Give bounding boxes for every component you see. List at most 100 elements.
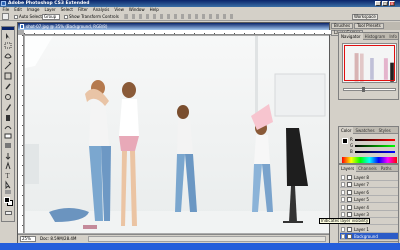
eraser-tool-icon[interactable] — [4, 133, 12, 139]
ruler-left — [18, 35, 24, 233]
document-status-bar: 25% Doc: 8.59M/28.4M — [18, 234, 329, 243]
palette-well-tab-brushes[interactable]: Brushes — [331, 23, 354, 29]
channel-g-label: G — [350, 143, 354, 148]
healing-brush-icon[interactable] — [5, 94, 11, 100]
layer-row[interactable]: Background — [340, 233, 398, 241]
tab-paths[interactable]: Paths — [379, 165, 394, 172]
layer-row[interactable]: Layer 7 — [340, 181, 398, 189]
eye-icon[interactable] — [341, 197, 345, 203]
ruler-top — [24, 30, 331, 35]
document-canvas[interactable] — [25, 36, 329, 233]
window-title: Adobe Photoshop CS3 Extended — [8, 1, 90, 6]
show-transform-checkbox[interactable] — [64, 14, 68, 19]
channel-r-label: R — [350, 137, 353, 142]
align-distribute-icons[interactable] — [124, 14, 234, 19]
tab-layers[interactable]: Layers — [339, 165, 357, 172]
layer-row[interactable]: Layer 8 — [340, 174, 398, 181]
layer-thumbnail — [347, 212, 352, 217]
layer-thumbnail — [347, 204, 352, 210]
tab-info[interactable]: Info — [387, 33, 399, 40]
layer-row[interactable]: Layer 6 — [340, 189, 398, 196]
navigator-view-box[interactable] — [344, 45, 395, 81]
clone-stamp-icon[interactable] — [6, 115, 10, 121]
layer-name: Layer 1 — [354, 226, 369, 232]
layer-name: Layer 7 — [354, 182, 369, 188]
layer-row[interactable]: Layer 5 — [340, 196, 398, 204]
auto-select-label: Auto Select: — [19, 14, 44, 19]
gradient-tool-icon[interactable] — [5, 143, 11, 148]
layer-thumbnail — [347, 234, 352, 240]
channel-g-slider[interactable] — [355, 145, 395, 147]
tab-histogram[interactable]: Histogram — [363, 33, 388, 40]
eye-icon[interactable] — [341, 175, 345, 180]
history-brush-icon[interactable] — [4, 126, 12, 130]
eye-icon[interactable] — [341, 204, 345, 210]
close-button[interactable]: × — [389, 1, 395, 6]
layer-row[interactable]: Layer 4 — [340, 204, 398, 211]
layer-thumbnail — [347, 189, 352, 195]
eye-icon[interactable] — [341, 226, 345, 232]
channel-r-slider[interactable] — [355, 139, 395, 141]
layer-name: Background — [354, 234, 378, 240]
path-select-icon[interactable] — [5, 180, 11, 190]
tab-channels[interactable]: Channels — [356, 165, 379, 172]
auto-select-checkbox[interactable] — [14, 14, 18, 19]
auto-select-dropdown[interactable]: Group — [42, 13, 60, 20]
navigator-zoom-slider[interactable] — [343, 87, 396, 92]
dodge-tool-icon[interactable] — [5, 153, 11, 160]
lasso-tool-icon[interactable] — [4, 53, 12, 59]
title-bar: Adobe Photoshop CS3 Extended _ □ × — [0, 0, 400, 7]
layer-name: Layer 4 — [354, 204, 369, 210]
layers-panel: Layers Channels Paths Layer 8 Layer 7 Layer … — [319, 164, 399, 248]
slice-tool-icon[interactable] — [5, 83, 11, 90]
shape-tool-icon[interactable] — [5, 190, 11, 194]
palette-well-tab-tool-presets[interactable]: Tool Presets — [354, 23, 384, 29]
type-tool-icon[interactable]: T — [6, 173, 10, 180]
channel-b-slider[interactable] — [355, 151, 395, 153]
layer-name: Layer 8 — [354, 175, 369, 180]
toolbox-tools: T — [4, 33, 12, 194]
taskbar — [0, 243, 400, 250]
toolbox: T — [1, 26, 15, 222]
workspace-button[interactable]: Workspace — [352, 13, 378, 20]
move-tool-icon[interactable] — [6, 33, 10, 39]
document-window: shot-07.jpg @ 35% (Background, RGB/8) 25… — [17, 22, 331, 243]
navigator-panel: Navigator Histogram Info — [338, 32, 399, 100]
eye-icon[interactable] — [341, 212, 345, 217]
horizontal-scrollbar[interactable] — [88, 236, 326, 242]
eye-icon[interactable] — [341, 182, 345, 188]
layer-name: Layer 6 — [354, 189, 369, 195]
layer-row[interactable]: Layer 1 — [340, 226, 398, 233]
pen-tool-icon[interactable] — [5, 161, 11, 170]
color-spectrum[interactable] — [342, 157, 397, 163]
tab-styles[interactable]: Styles — [377, 127, 393, 134]
zoom-field[interactable]: 25% — [20, 236, 36, 242]
doc-size-info[interactable]: Doc: 8.59M/28.4M — [40, 235, 76, 243]
move-tool-preset-icon[interactable] — [2, 13, 9, 20]
minimize-button[interactable]: _ — [375, 1, 381, 6]
magic-wand-icon[interactable] — [4, 61, 12, 70]
quick-mask-icon[interactable] — [5, 211, 12, 215]
maximize-button[interactable]: □ — [382, 1, 388, 6]
marquee-tool-icon[interactable] — [4, 42, 12, 49]
layer-row[interactable]: Layer 3 — [340, 211, 398, 218]
brush-tool-icon[interactable] — [6, 104, 11, 111]
eye-icon[interactable] — [341, 234, 345, 240]
layer-name: Layer 5 — [354, 197, 369, 203]
channel-b-label: B — [350, 149, 353, 154]
tab-swatches[interactable]: Swatches — [353, 127, 376, 134]
foreground-color-swatch[interactable] — [4, 197, 10, 203]
toolbox-grip[interactable] — [2, 27, 14, 30]
color-swatch[interactable] — [342, 138, 348, 144]
photoshop-app-icon — [1, 1, 6, 6]
crop-tool-icon[interactable] — [4, 72, 12, 80]
navigator-zoom-knob[interactable] — [361, 87, 365, 92]
navigator-tabs: Navigator Histogram Info — [339, 33, 398, 40]
layer-thumbnail — [347, 175, 352, 180]
tab-navigator[interactable]: Navigator — [339, 33, 363, 40]
tab-color[interactable]: Color — [339, 127, 354, 134]
eye-icon[interactable] — [341, 189, 345, 195]
layer-name: Layer 3 — [354, 212, 369, 217]
document-title-bar: shot-07.jpg @ 35% (Background, RGB/8) — [18, 23, 329, 30]
color-tabs: Color Swatches Styles — [339, 127, 398, 134]
